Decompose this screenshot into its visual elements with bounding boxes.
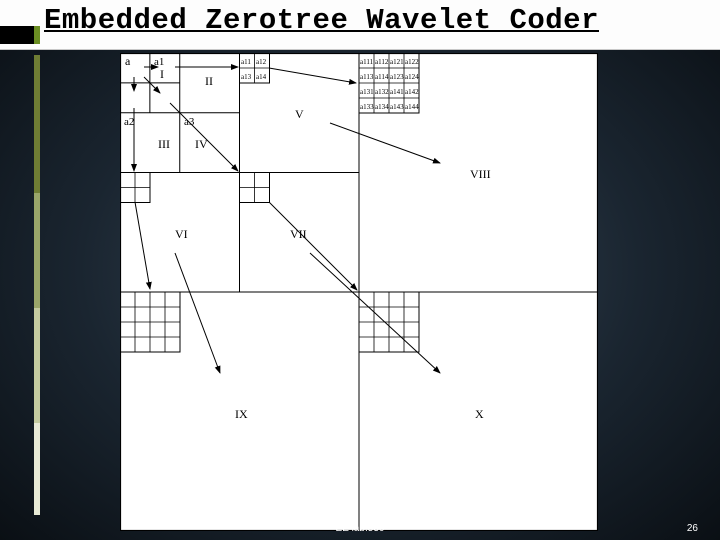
label-a114: a114 (375, 73, 389, 81)
label-a111: a111 (360, 58, 374, 66)
label-a124: a124 (405, 73, 419, 81)
label-a12: a12 (256, 58, 267, 66)
wavelet-diagram: a a1 a2 a3 a11 a12 a13 a14 a111 a112 a12… (120, 53, 598, 531)
label-a143: a143 (390, 103, 404, 111)
label-a13: a13 (241, 73, 252, 81)
label-II: II (205, 74, 213, 88)
label-a112: a112 (375, 58, 389, 66)
label-a123: a123 (390, 73, 404, 81)
accent-strip (0, 26, 34, 44)
label-a132: a132 (375, 88, 389, 96)
label-a11: a11 (241, 58, 251, 66)
label-a: a (125, 54, 131, 68)
label-IX: IX (235, 407, 248, 421)
label-a122: a122 (405, 58, 419, 66)
slide: Embedded Zerotree Wavelet Coder (0, 0, 720, 540)
label-V: V (295, 107, 304, 121)
label-a113: a113 (360, 73, 374, 81)
label-a121: a121 (390, 58, 404, 66)
label-a144: a144 (405, 103, 419, 111)
label-VII: VII (290, 227, 307, 241)
label-a134: a134 (375, 103, 389, 111)
label-a142: a142 (405, 88, 419, 96)
label-a131: a131 (360, 88, 374, 96)
accent-color (34, 26, 40, 44)
title-area: Embedded Zerotree Wavelet Coder (0, 0, 720, 50)
left-accent-rail (34, 55, 40, 515)
slide-title: Embedded Zerotree Wavelet Coder (44, 4, 599, 37)
label-III: III (158, 137, 170, 151)
label-X: X (475, 407, 484, 421)
label-VIII: VIII (470, 167, 491, 181)
page-number: 26 (687, 523, 698, 534)
label-IV: IV (195, 137, 208, 151)
footer-center: EE lab.530 (336, 523, 385, 534)
label-a141: a141 (390, 88, 404, 96)
label-a2: a2 (124, 116, 134, 128)
label-a14: a14 (256, 73, 267, 81)
label-I: I (160, 67, 164, 81)
label-a133: a133 (360, 103, 374, 111)
label-a3: a3 (184, 116, 195, 128)
label-VI: VI (175, 227, 188, 241)
